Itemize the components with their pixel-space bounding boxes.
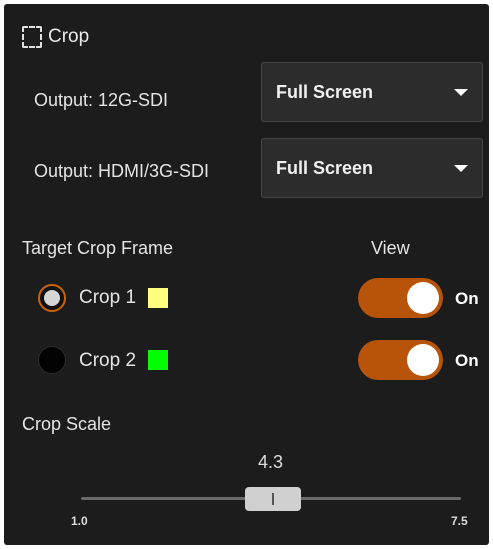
crop-frame-icon	[22, 26, 42, 48]
toggle-knob	[407, 344, 439, 376]
crop-scale-min: 1.0	[71, 514, 88, 528]
crop-2-radio[interactable]	[38, 346, 66, 374]
crop-scale-value: 4.3	[258, 452, 284, 472]
radio-selected-dot	[44, 290, 60, 306]
crop-1-view-state: On	[455, 289, 479, 308]
crop-2-view-state: On	[455, 351, 479, 370]
target-crop-frame-label: Target Crop Frame	[22, 238, 174, 258]
crop-1-color-swatch	[148, 288, 168, 308]
chevron-down-icon	[454, 165, 468, 172]
crop-1-view-toggle[interactable]	[358, 278, 443, 318]
crop-scale-label: Crop Scale	[22, 414, 112, 434]
output-hdmi-3g-sdi-label: Output: HDMI/3G-SDI	[34, 161, 210, 181]
output-12g-sdi-value: Full Screen	[276, 82, 374, 102]
output-hdmi-3g-sdi-select[interactable]: Full Screen	[261, 138, 483, 198]
crop-1-label: Crop 1	[79, 287, 137, 308]
crop-1-radio[interactable]	[38, 284, 66, 312]
crop-panel: Crop Output: 12G-SDI Full Screen Output:…	[4, 4, 489, 545]
slider-grip-icon	[272, 493, 274, 505]
panel-title: Crop	[48, 26, 90, 47]
crop-2-view-toggle[interactable]	[358, 340, 443, 380]
output-12g-sdi-label: Output: 12G-SDI	[34, 90, 169, 110]
chevron-down-icon	[454, 89, 468, 96]
view-label: View	[371, 238, 410, 258]
crop-2-color-swatch	[148, 350, 168, 370]
crop-2-label: Crop 2	[79, 350, 137, 371]
crop-scale-thumb[interactable]	[245, 487, 301, 511]
crop-scale-max: 7.5	[451, 514, 468, 528]
toggle-knob	[407, 282, 439, 314]
output-hdmi-3g-sdi-value: Full Screen	[276, 158, 374, 178]
output-12g-sdi-select[interactable]: Full Screen	[261, 62, 483, 122]
